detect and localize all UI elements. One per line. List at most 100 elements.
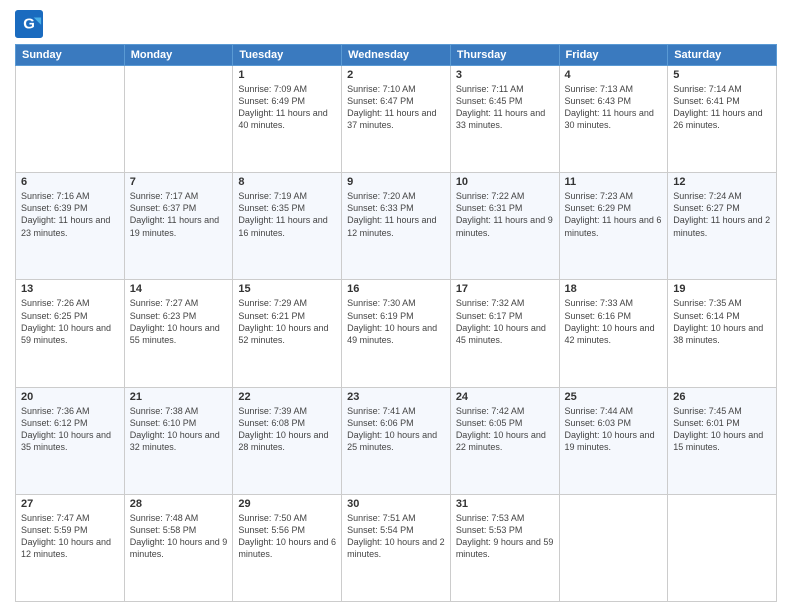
day-detail: Sunrise: 7:38 AM Sunset: 6:10 PM Dayligh… (130, 405, 228, 454)
calendar-cell (16, 66, 125, 173)
day-number: 3 (456, 69, 554, 81)
weekday-header-friday: Friday (559, 45, 668, 66)
day-detail: Sunrise: 7:16 AM Sunset: 6:39 PM Dayligh… (21, 190, 119, 239)
day-detail: Sunrise: 7:20 AM Sunset: 6:33 PM Dayligh… (347, 190, 445, 239)
day-number: 16 (347, 283, 445, 295)
calendar-cell: 7 Sunrise: 7:17 AM Sunset: 6:37 PM Daylig… (124, 173, 233, 280)
calendar-cell: 2 Sunrise: 7:10 AM Sunset: 6:47 PM Daylig… (342, 66, 451, 173)
day-number: 28 (130, 498, 228, 510)
weekday-header-sunday: Sunday (16, 45, 125, 66)
day-detail: Sunrise: 7:36 AM Sunset: 6:12 PM Dayligh… (21, 405, 119, 454)
calendar-cell (559, 494, 668, 601)
calendar-cell: 15Sunrise: 7:29 AM Sunset: 6:21 PM Dayli… (233, 280, 342, 387)
weekday-header-tuesday: Tuesday (233, 45, 342, 66)
day-number: 26 (673, 391, 771, 403)
calendar-week-4: 20 Sunrise: 7:36 AM Sunset: 6:12 PM Dayli… (16, 387, 777, 494)
day-number: 24 (456, 391, 554, 403)
calendar-cell: 21Sunrise: 7:38 AM Sunset: 6:10 PM Dayli… (124, 387, 233, 494)
day-detail: Sunrise: 7:50 AM Sunset: 5:56 PM Dayligh… (238, 512, 336, 561)
calendar-cell: 20 Sunrise: 7:36 AM Sunset: 6:12 PM Dayli… (16, 387, 125, 494)
day-number: 20 (21, 391, 119, 403)
calendar-cell: 30Sunrise: 7:51 AM Sunset: 5:54 PM Dayli… (342, 494, 451, 601)
weekday-header-saturday: Saturday (668, 45, 777, 66)
calendar-cell: 1 Sunrise: 7:09 AM Sunset: 6:49 PM Daylig… (233, 66, 342, 173)
calendar-header: SundayMondayTuesdayWednesdayThursdayFrid… (16, 45, 777, 66)
day-number: 30 (347, 498, 445, 510)
calendar-week-3: 13 Sunrise: 7:26 AM Sunset: 6:25 PM Dayli… (16, 280, 777, 387)
day-detail: Sunrise: 7:33 AM Sunset: 6:16 PM Dayligh… (565, 297, 663, 346)
day-number: 12 (673, 176, 771, 188)
calendar-cell: 18 Sunrise: 7:33 AM Sunset: 6:16 PM Dayli… (559, 280, 668, 387)
day-detail: Sunrise: 7:48 AM Sunset: 5:58 PM Dayligh… (130, 512, 228, 561)
day-detail: Sunrise: 7:14 AM Sunset: 6:41 PM Dayligh… (673, 83, 771, 132)
day-detail: Sunrise: 7:44 AM Sunset: 6:03 PM Dayligh… (565, 405, 663, 454)
calendar-cell: 8 Sunrise: 7:19 AM Sunset: 6:35 PM Daylig… (233, 173, 342, 280)
calendar-cell: 28 Sunrise: 7:48 AM Sunset: 5:58 PM Dayli… (124, 494, 233, 601)
calendar-cell: 9 Sunrise: 7:20 AM Sunset: 6:33 PM Daylig… (342, 173, 451, 280)
calendar-cell: 14 Sunrise: 7:27 AM Sunset: 6:23 PM Dayli… (124, 280, 233, 387)
calendar-cell: 17Sunrise: 7:32 AM Sunset: 6:17 PM Dayli… (450, 280, 559, 387)
calendar-cell: 26Sunrise: 7:45 AM Sunset: 6:01 PM Dayli… (668, 387, 777, 494)
weekday-header-thursday: Thursday (450, 45, 559, 66)
logo: G (15, 10, 47, 38)
day-detail: Sunrise: 7:30 AM Sunset: 6:19 PM Dayligh… (347, 297, 445, 346)
day-detail: Sunrise: 7:27 AM Sunset: 6:23 PM Dayligh… (130, 297, 228, 346)
calendar-cell: 27Sunrise: 7:47 AM Sunset: 5:59 PM Dayli… (16, 494, 125, 601)
calendar-cell: 5 Sunrise: 7:14 AM Sunset: 6:41 PM Daylig… (668, 66, 777, 173)
day-detail: Sunrise: 7:17 AM Sunset: 6:37 PM Dayligh… (130, 190, 228, 239)
day-number: 9 (347, 176, 445, 188)
calendar-cell: 22 Sunrise: 7:39 AM Sunset: 6:08 PM Dayli… (233, 387, 342, 494)
day-number: 8 (238, 176, 336, 188)
day-number: 1 (238, 69, 336, 81)
calendar-cell: 25 Sunrise: 7:44 AM Sunset: 6:03 PM Dayli… (559, 387, 668, 494)
day-number: 31 (456, 498, 554, 510)
day-number: 15 (238, 283, 336, 295)
calendar-cell (124, 66, 233, 173)
day-detail: Sunrise: 7:23 AM Sunset: 6:29 PM Dayligh… (565, 190, 663, 239)
day-detail: Sunrise: 7:19 AM Sunset: 6:35 PM Dayligh… (238, 190, 336, 239)
calendar-cell: 13 Sunrise: 7:26 AM Sunset: 6:25 PM Dayli… (16, 280, 125, 387)
weekday-header-row: SundayMondayTuesdayWednesdayThursdayFrid… (16, 45, 777, 66)
calendar-cell: 19Sunrise: 7:35 AM Sunset: 6:14 PM Dayli… (668, 280, 777, 387)
calendar-cell: 10 Sunrise: 7:22 AM Sunset: 6:31 PM Dayli… (450, 173, 559, 280)
day-detail: Sunrise: 7:39 AM Sunset: 6:08 PM Dayligh… (238, 405, 336, 454)
day-number: 19 (673, 283, 771, 295)
day-number: 4 (565, 69, 663, 81)
calendar-body: 1 Sunrise: 7:09 AM Sunset: 6:49 PM Daylig… (16, 66, 777, 602)
day-number: 10 (456, 176, 554, 188)
calendar-cell: 4 Sunrise: 7:13 AM Sunset: 6:43 PM Daylig… (559, 66, 668, 173)
header: G (15, 10, 777, 38)
day-detail: Sunrise: 7:47 AM Sunset: 5:59 PM Dayligh… (21, 512, 119, 561)
day-number: 13 (21, 283, 119, 295)
day-number: 14 (130, 283, 228, 295)
calendar-cell (668, 494, 777, 601)
day-detail: Sunrise: 7:10 AM Sunset: 6:47 PM Dayligh… (347, 83, 445, 132)
calendar-cell: 3 Sunrise: 7:11 AM Sunset: 6:45 PM Daylig… (450, 66, 559, 173)
calendar-week-5: 27Sunrise: 7:47 AM Sunset: 5:59 PM Dayli… (16, 494, 777, 601)
day-number: 11 (565, 176, 663, 188)
day-number: 25 (565, 391, 663, 403)
calendar-cell: 12 Sunrise: 7:24 AM Sunset: 6:27 PM Dayli… (668, 173, 777, 280)
day-detail: Sunrise: 7:11 AM Sunset: 6:45 PM Dayligh… (456, 83, 554, 132)
day-number: 22 (238, 391, 336, 403)
calendar-cell: 23Sunrise: 7:41 AM Sunset: 6:06 PM Dayli… (342, 387, 451, 494)
calendar-week-1: 1 Sunrise: 7:09 AM Sunset: 6:49 PM Daylig… (16, 66, 777, 173)
day-detail: Sunrise: 7:09 AM Sunset: 6:49 PM Dayligh… (238, 83, 336, 132)
svg-text:G: G (23, 16, 35, 33)
weekday-header-wednesday: Wednesday (342, 45, 451, 66)
day-number: 7 (130, 176, 228, 188)
day-number: 2 (347, 69, 445, 81)
day-detail: Sunrise: 7:13 AM Sunset: 6:43 PM Dayligh… (565, 83, 663, 132)
calendar: SundayMondayTuesdayWednesdayThursdayFrid… (15, 44, 777, 602)
day-number: 5 (673, 69, 771, 81)
calendar-cell: 31Sunrise: 7:53 AM Sunset: 5:53 PM Dayli… (450, 494, 559, 601)
day-detail: Sunrise: 7:22 AM Sunset: 6:31 PM Dayligh… (456, 190, 554, 239)
day-detail: Sunrise: 7:26 AM Sunset: 6:25 PM Dayligh… (21, 297, 119, 346)
day-number: 23 (347, 391, 445, 403)
day-detail: Sunrise: 7:24 AM Sunset: 6:27 PM Dayligh… (673, 190, 771, 239)
logo-icon: G (15, 10, 43, 38)
day-number: 18 (565, 283, 663, 295)
day-number: 17 (456, 283, 554, 295)
calendar-cell: 6Sunrise: 7:16 AM Sunset: 6:39 PM Daylig… (16, 173, 125, 280)
calendar-cell: 24Sunrise: 7:42 AM Sunset: 6:05 PM Dayli… (450, 387, 559, 494)
